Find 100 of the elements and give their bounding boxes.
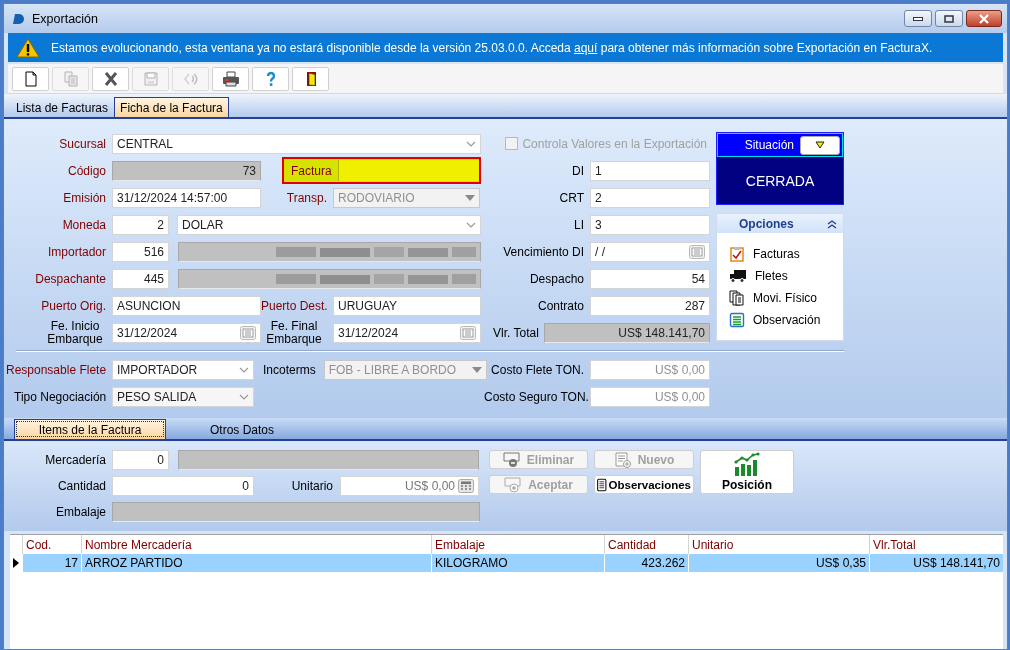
field-label: Código — [66, 163, 106, 178]
table-row[interactable]: 17 ARROZ PARTIDO KILOGRAMO 423.262 US$ 0,35 US$ 148.141,70 — [10, 554, 1003, 572]
field-label: Unitario — [290, 479, 333, 493]
toolbar-button[interactable] — [212, 66, 249, 91]
monitor-plus-icon — [504, 476, 523, 493]
field-label: Contrato — [536, 298, 584, 313]
app-icon — [13, 12, 25, 25]
list-plus-icon — [613, 451, 632, 468]
toolbar-button[interactable] — [292, 66, 329, 91]
calendar-icon[interactable] — [240, 325, 256, 340]
field-label: Costo Flete TON. — [490, 362, 584, 377]
text-field[interactable]: 445 — [112, 268, 169, 289]
field-label: Vlr. Total — [493, 325, 539, 340]
info-link[interactable]: aquí — [574, 40, 598, 55]
text-field[interactable]: 31/12/2024 14:57:00 — [112, 187, 261, 208]
field-label: Fe. Final Embarque — [265, 319, 323, 346]
status-dropdown-button[interactable] — [800, 135, 840, 155]
text-field[interactable]: 516 — [112, 241, 169, 262]
window-title: Exportación — [32, 11, 98, 26]
options-header[interactable]: Opciones — [717, 214, 843, 233]
options-title: Opciones — [739, 216, 794, 231]
collapse-icon[interactable] — [827, 218, 837, 229]
dropdown[interactable]: IMPORTADOR — [112, 359, 254, 380]
date-field[interactable]: / / — [590, 241, 710, 262]
calculator-icon[interactable] — [458, 479, 474, 493]
text-field[interactable]: 54 — [590, 268, 710, 289]
option-link[interactable]: Fletes — [729, 265, 843, 287]
restore-icon — [944, 14, 954, 23]
field-label: Incoterms — [263, 362, 316, 377]
tab[interactable]: Ficha de la Factura — [114, 97, 229, 117]
dropdown-arrow-icon — [471, 366, 482, 373]
calendar-icon[interactable] — [689, 244, 705, 259]
toolbar-button[interactable] — [92, 66, 129, 91]
text-field[interactable]: 0 — [112, 476, 254, 496]
tab[interactable]: Otros Datos — [166, 419, 318, 439]
text-field[interactable]: 2 — [112, 214, 169, 235]
truck-icon — [729, 269, 747, 283]
table-cell: US$ 0,35 — [688, 554, 869, 572]
action-button[interactable]: Observaciones — [594, 475, 694, 494]
text-field[interactable]: ASUNCION — [112, 295, 261, 316]
text-field[interactable]: 287 — [590, 295, 710, 316]
new-document-icon — [22, 70, 39, 87]
field-label: Puerto Orig. — [40, 298, 106, 313]
dropdown-arrow-icon — [465, 194, 475, 201]
field-label: Emisión — [62, 190, 106, 205]
option-link[interactable]: Facturas — [729, 243, 843, 265]
printer-icon — [221, 70, 240, 87]
text-field[interactable]: 0 — [112, 450, 169, 470]
status-value: CERRADA — [744, 171, 816, 191]
table-cell: 423.262 — [604, 554, 688, 572]
documents-icon — [729, 290, 745, 306]
tab[interactable]: Items de la Factura — [14, 419, 166, 439]
tab[interactable]: Lista de Facturas — [10, 97, 115, 117]
text-field[interactable] — [337, 160, 479, 181]
text-field[interactable]: 3 — [590, 214, 710, 235]
table-cell: 17 — [22, 554, 81, 572]
position-button[interactable]: Posición — [700, 450, 794, 494]
close-icon — [979, 13, 989, 24]
notepad-icon — [729, 312, 745, 328]
field-label: Cantidad — [56, 479, 106, 493]
text-field[interactable]: 1 — [590, 160, 710, 181]
bar-chart-icon — [734, 452, 760, 476]
calendar-icon[interactable] — [460, 325, 476, 340]
field-label: DI — [571, 163, 584, 178]
field-label: Fe. Inicio Embarque — [46, 319, 104, 346]
undo-icon — [182, 70, 199, 87]
field-label: Moneda — [61, 217, 106, 232]
dropdown[interactable]: DOLAR — [177, 214, 481, 235]
text-field[interactable]: URUGUAY — [333, 295, 481, 316]
field-label: Importador — [46, 244, 106, 259]
field-label: Tipo Negociación — [14, 389, 106, 404]
dropdown[interactable]: CENTRAL — [112, 133, 481, 154]
chevron-down-icon — [239, 393, 249, 400]
date-field[interactable]: 31/12/2024 — [112, 322, 261, 343]
option-link[interactable]: Observación — [729, 309, 843, 331]
triangle-down-icon — [815, 141, 825, 149]
current-row-icon — [13, 558, 19, 568]
dropdown[interactable]: PESO SALIDA — [112, 386, 254, 407]
date-field[interactable]: 31/12/2024 — [333, 322, 481, 343]
minimize-button[interactable] — [904, 10, 932, 27]
chevron-down-icon — [239, 366, 249, 373]
table-cell: KILOGRAMO — [431, 554, 604, 572]
field-label: Puerto Dest. — [261, 298, 327, 313]
amount-field[interactable]: US$ 0,00 — [340, 476, 479, 496]
text-field[interactable]: 2 — [590, 187, 710, 208]
warning-icon — [16, 37, 40, 58]
option-link[interactable]: Movi. Físico — [729, 287, 843, 309]
field-label: Transp. — [285, 190, 327, 205]
field-label: LI — [573, 217, 584, 232]
maximize-button[interactable] — [935, 10, 963, 27]
close-button[interactable] — [966, 10, 1002, 27]
chevron-down-icon — [466, 221, 476, 228]
copy-document-icon — [62, 70, 79, 87]
field-label: CRT — [558, 190, 584, 205]
field-label: Vencimiento DI — [502, 244, 584, 259]
field-label: Factura — [291, 163, 332, 178]
notice-text: Estamos evolucionando, esta ventana ya no estará disponible desde la versión 25.03.0.0. Acceda aquí para obtener más información sobre Exportación en FacturaX. — [51, 40, 933, 55]
status-selector[interactable]: Situación — [717, 133, 843, 157]
chevron-down-icon — [466, 140, 476, 147]
clipboard-check-icon — [729, 246, 745, 262]
